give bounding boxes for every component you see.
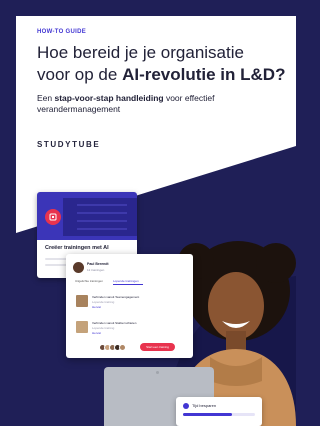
tab-featured[interactable]: Uitgelichte trainingen: [75, 279, 103, 283]
title-line-2-highlight: AI-revolutie in L&D?: [122, 65, 286, 84]
item-title: Verbinden vanuit Stabiel schieten: [92, 321, 137, 325]
studytube-logo: STUDYTUBE: [37, 140, 101, 149]
ebook-cover[interactable]: HOW-TO GUIDE Hoe bereid je je organisati…: [16, 16, 296, 426]
page-background: HOW-TO GUIDE Hoe bereid je je organisati…: [0, 0, 296, 426]
tab-ongoing[interactable]: Lopende trainingen: [113, 279, 139, 283]
card-header-line: [77, 228, 127, 230]
page-title: Hoe bereid je je organisatie voor op de …: [37, 42, 296, 86]
item-subtitle: Lopende training: [92, 300, 115, 304]
card-header-line: [77, 212, 127, 214]
item-thumbnail: [76, 295, 88, 307]
title-line-2-prefix: voor op de: [37, 65, 123, 84]
item-title: Verbinden vanuit Teamengagement: [92, 295, 140, 299]
resume-link[interactable]: Hervat: [92, 331, 101, 335]
progress-label: Tijd besparen: [192, 403, 217, 408]
card-header-line: [77, 204, 127, 206]
start-training-button[interactable]: Start een training: [140, 343, 175, 351]
resume-link[interactable]: Hervat: [92, 305, 101, 309]
page-subtitle: Een stap-voor-stap handleiding voor effe…: [37, 93, 277, 114]
list-item[interactable]: Verbinden vanuit Stabiel schieten Lopend…: [76, 320, 184, 340]
item-subtitle: Lopende training: [92, 326, 115, 330]
title-line-2: voor op de AI-revolutie in L&D?: [37, 64, 296, 86]
laptop-camera: [156, 371, 159, 374]
avatar: [119, 344, 126, 351]
card-header-line: [77, 220, 127, 222]
tab-underline: [113, 284, 143, 285]
progress-card: Tijd besparen: [176, 397, 262, 426]
list-item[interactable]: Verbinden vanuit Teamengagement Lopende …: [76, 294, 184, 314]
card-label: Creëer trainingen met AI: [45, 245, 109, 251]
progress-icon: [183, 403, 189, 409]
title-line-1: Hoe bereid je je organisatie: [37, 43, 244, 62]
user-name: Paul Berendt: [87, 262, 109, 266]
progress-fill: [183, 413, 232, 416]
training-icon: [45, 209, 61, 225]
subtitle-prefix: Een: [37, 93, 55, 103]
kicker-label: HOW-TO GUIDE: [37, 29, 87, 35]
app-panel: Paul Berendt 12 trainingen Uitgelichte t…: [66, 254, 193, 358]
subtitle-highlight: stap-voor-stap handleiding: [54, 93, 164, 103]
item-thumbnail: [76, 321, 88, 333]
user-meta: 12 trainingen: [87, 268, 105, 272]
participant-avatars: [99, 344, 126, 351]
progress-track: [183, 413, 255, 416]
avatar: [73, 262, 84, 273]
